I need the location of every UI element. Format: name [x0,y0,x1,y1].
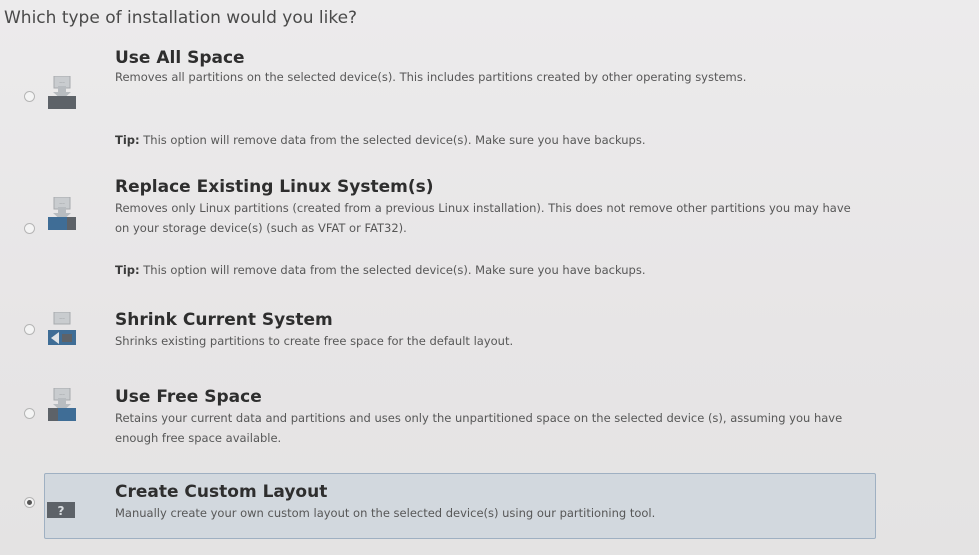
option-tip: Tip: This option will remove data from t… [115,263,646,277]
option-description: Removes only Linux partitions (created f… [115,201,851,235]
svg-text:···: ··· [59,392,65,399]
disk-custom-icon: ? [47,500,77,520]
option-description: Removes all partitions on the selected d… [115,70,747,84]
option-use-free-space[interactable]: ··· Use Free Space Retains your current … [14,386,880,450]
option-title: Create Custom Layout [115,482,328,502]
tip-label: Tip: [115,133,140,147]
svg-text:···: ··· [59,316,65,323]
option-replace-linux[interactable]: ··· Replace Existing Linux System(s) Rem… [14,174,880,282]
option-title: Shrink Current System [115,310,333,330]
radio-create-custom-layout[interactable] [24,497,35,508]
option-title: Use Free Space [115,387,262,407]
page-question: Which type of installation would you lik… [4,8,358,28]
radio-use-all-space[interactable] [24,91,35,102]
svg-text:···: ··· [59,201,65,208]
option-description: Manually create your own custom layout o… [115,506,656,520]
disk-erase-icon: ··· [47,75,77,110]
disk-free-space-icon: ··· [47,387,77,422]
option-tip: Tip: This option will remove data from t… [115,133,646,147]
radio-use-free-space[interactable] [24,408,35,419]
disk-shrink-icon: ··· [47,311,77,346]
radio-shrink-current[interactable] [24,324,35,335]
tip-text: This option will remove data from the se… [139,263,646,277]
tip-text: This option will remove data from the se… [139,133,646,147]
tip-label: Tip: [115,263,140,277]
option-create-custom-layout[interactable]: ? Create Custom Layout Manually create y… [14,478,880,536]
option-use-all-space[interactable]: ··· Use All Space Removes all partitions… [14,44,880,156]
installation-type-page: Which type of installation would you lik… [0,0,979,555]
option-description: Shrinks existing partitions to create fr… [115,334,514,348]
option-shrink-current[interactable]: ··· Shrink Current System Shrinks existi… [14,310,880,360]
option-description: Retains your current data and partitions… [115,411,843,445]
svg-text:···: ··· [59,80,65,87]
radio-replace-linux[interactable] [24,223,35,234]
option-title: Replace Existing Linux System(s) [115,177,434,197]
custom-icon-glyph: ? [58,504,65,518]
disk-replace-icon: ··· [47,196,77,231]
option-title: Use All Space [115,48,245,68]
